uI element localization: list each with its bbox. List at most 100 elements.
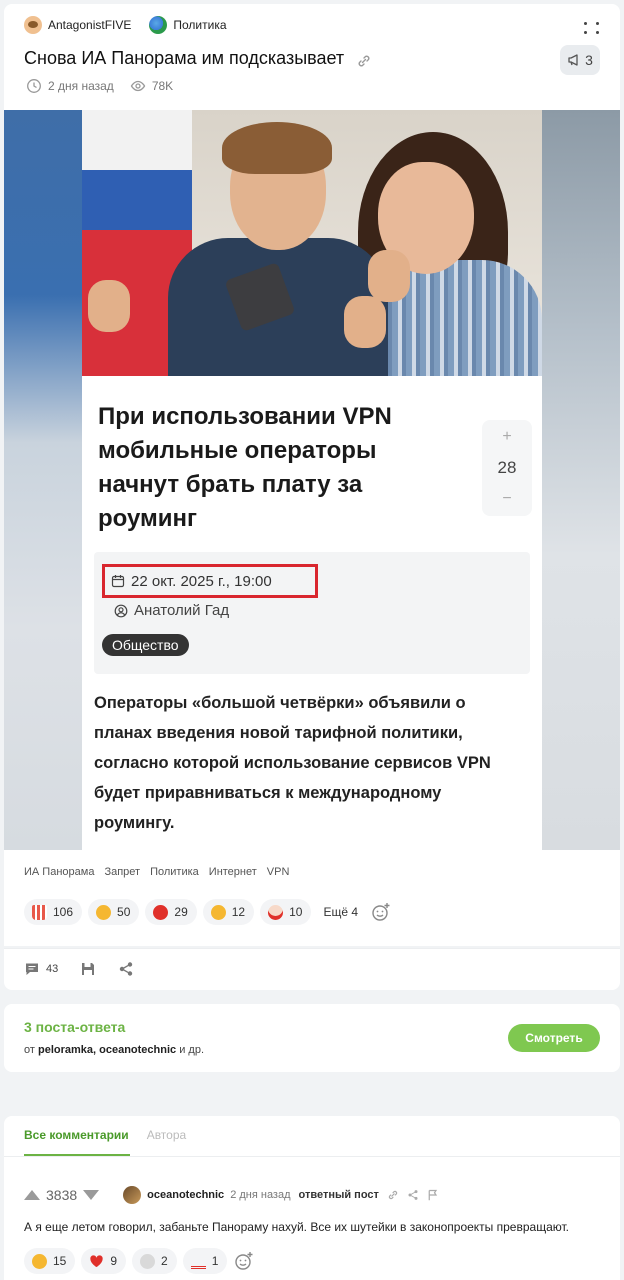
comments-button[interactable]: 43: [24, 961, 58, 977]
upvote-icon[interactable]: [24, 1190, 40, 1200]
save-icon[interactable]: [80, 961, 96, 977]
share-icon[interactable]: [407, 1189, 419, 1201]
reaction-count: 1: [211, 1254, 219, 1268]
comment-rating-value: 3838: [46, 1187, 78, 1203]
rating-minus: −: [502, 490, 512, 507]
article-author-row: Анатолий Гад: [114, 602, 229, 619]
hundred-emoji-icon: [190, 1254, 206, 1269]
tag[interactable]: Интернет: [209, 866, 257, 878]
article-screenshot: При использовании VPN мобильные оператор…: [82, 110, 542, 850]
reaction-count: 15: [53, 1254, 67, 1268]
comments-section: Все комментарии Автора 3838 oceanotechni…: [4, 1116, 620, 1280]
calendar-icon: [111, 574, 131, 588]
comment-tabs: Все комментарии Автора: [24, 1128, 186, 1142]
reaction-sad[interactable]: 12: [202, 899, 255, 925]
comment-time[interactable]: 2 дня назад: [230, 1189, 290, 1201]
tab-author-comments[interactable]: Автора: [147, 1128, 187, 1142]
reply-posts-count: 3: [585, 52, 593, 68]
reaction-heart[interactable]: 9: [81, 1248, 127, 1274]
image-blur-left: [4, 110, 82, 850]
megaphone-icon: [567, 53, 581, 67]
comment-reply-post-link[interactable]: ответный пост: [299, 1189, 379, 1201]
reaction-laughing[interactable]: 15: [24, 1248, 76, 1274]
post-title[interactable]: Снова ИА Панорама им подсказывает: [24, 48, 344, 69]
reply-posts-users[interactable]: peloramka, oceanotechnic: [38, 1044, 176, 1056]
article-lead: Операторы «большой четвёрки» объявили о …: [94, 694, 491, 832]
community-name[interactable]: Политика: [173, 18, 226, 32]
reaction-hundred[interactable]: 1: [182, 1248, 228, 1274]
article-date-highlighted: 22 окт. 2025 г., 19:00: [102, 564, 318, 598]
post-card: AntagonistFIVE Политика Снова ИА Панорам…: [4, 4, 620, 946]
tag[interactable]: Политика: [150, 866, 199, 878]
reaction-count: 10: [289, 905, 303, 919]
view-replies-button[interactable]: Смотреть: [508, 1024, 600, 1052]
comment-reactions: 15 9 2 1: [24, 1248, 255, 1274]
post-views: 78K: [151, 79, 174, 93]
comments-count: 43: [46, 963, 59, 975]
add-reaction-icon[interactable]: [370, 901, 392, 923]
post-reactions: 106 50 29 12 10 Ещё 4: [24, 899, 392, 925]
post-tags: ИА Панорама Запрет Политика Интернет VPN: [24, 866, 289, 878]
laughing-emoji-icon: [96, 904, 112, 920]
angry-emoji-icon: [153, 904, 169, 920]
heart-emoji-icon: [89, 1254, 104, 1269]
article-info: 22 окт. 2025 г., 19:00 Анатолий Гад Обще…: [94, 552, 530, 674]
tag[interactable]: Запрет: [104, 866, 140, 878]
flag-icon[interactable]: [427, 1189, 439, 1201]
skull-emoji-icon: [140, 1253, 156, 1269]
reply-posts-card: 3 поста-ответа от peloramka, oceanotechn…: [4, 1004, 620, 1072]
reaction-count: 50: [117, 905, 131, 919]
rating-plus: +: [502, 428, 512, 445]
tab-all-comments[interactable]: Все комментарии: [24, 1128, 129, 1142]
share-icon[interactable]: [118, 961, 134, 977]
reply-posts-prefix: от: [24, 1044, 35, 1056]
commenter-name[interactable]: oceanotechnic: [147, 1189, 224, 1201]
link-icon[interactable]: [356, 53, 372, 69]
reply-posts-badge[interactable]: 3: [560, 45, 600, 75]
comment-header: 3838 oceanotechnic 2 дня назад ответный …: [24, 1186, 439, 1204]
tag[interactable]: VPN: [267, 866, 290, 878]
community-icon[interactable]: [149, 16, 168, 34]
commenter-avatar[interactable]: [123, 1186, 142, 1204]
reaction-skull[interactable]: 2: [132, 1248, 177, 1274]
reaction-count: 12: [231, 905, 246, 919]
article-author: Анатолий Гад: [134, 602, 230, 619]
rating-value: 28: [497, 458, 517, 477]
popcorn-emoji-icon: [32, 904, 47, 920]
reaction-angry[interactable]: 29: [145, 899, 197, 925]
tag[interactable]: ИА Панорама: [24, 866, 94, 878]
author-name[interactable]: AntagonistFIVE: [48, 18, 131, 32]
comment-text: А я еще летом говорил, забаньте Панораму…: [24, 1220, 569, 1234]
reactions-more-button[interactable]: Ещё 4: [317, 899, 364, 925]
article-date: 22 окт. 2025 г., 19:00: [131, 572, 272, 590]
article-rating: + 28 −: [482, 420, 532, 516]
reaction-popcorn[interactable]: 106: [24, 899, 83, 925]
post-author-row: AntagonistFIVE Политика: [24, 16, 227, 34]
sad-emoji-icon: [210, 904, 226, 920]
article-category: Общество: [102, 634, 189, 656]
reply-posts-title[interactable]: 3 поста-ответа: [24, 1019, 125, 1035]
comment-rating: 3838: [24, 1187, 100, 1203]
reaction-count: 29: [174, 905, 188, 919]
clown-emoji-icon: [268, 904, 284, 920]
reaction-count: 2: [161, 1254, 168, 1268]
more-options-icon[interactable]: [582, 20, 602, 36]
reaction-count: 106: [53, 905, 74, 919]
image-blur-right: [542, 110, 620, 850]
reply-posts-authors: от peloramka, oceanotechnic и др.: [24, 1044, 204, 1056]
divider: [4, 1156, 620, 1157]
article-headline: При использовании VPN мобильные оператор…: [98, 403, 392, 532]
link-icon[interactable]: [387, 1189, 399, 1201]
comment-icon: [24, 961, 40, 977]
add-reaction-icon[interactable]: [233, 1250, 255, 1272]
reaction-laughing[interactable]: 50: [88, 899, 140, 925]
post-time: 2 дня назад: [48, 79, 114, 93]
downvote-icon[interactable]: [83, 1190, 100, 1200]
clock-icon: [26, 78, 48, 94]
author-avatar[interactable]: [24, 16, 42, 34]
article-photo: [82, 110, 542, 376]
post-image[interactable]: При использовании VPN мобильные оператор…: [4, 110, 620, 850]
user-circle-icon: [114, 604, 134, 618]
post-actions-bar: 43: [4, 948, 620, 990]
reaction-clown[interactable]: 10: [260, 899, 312, 925]
